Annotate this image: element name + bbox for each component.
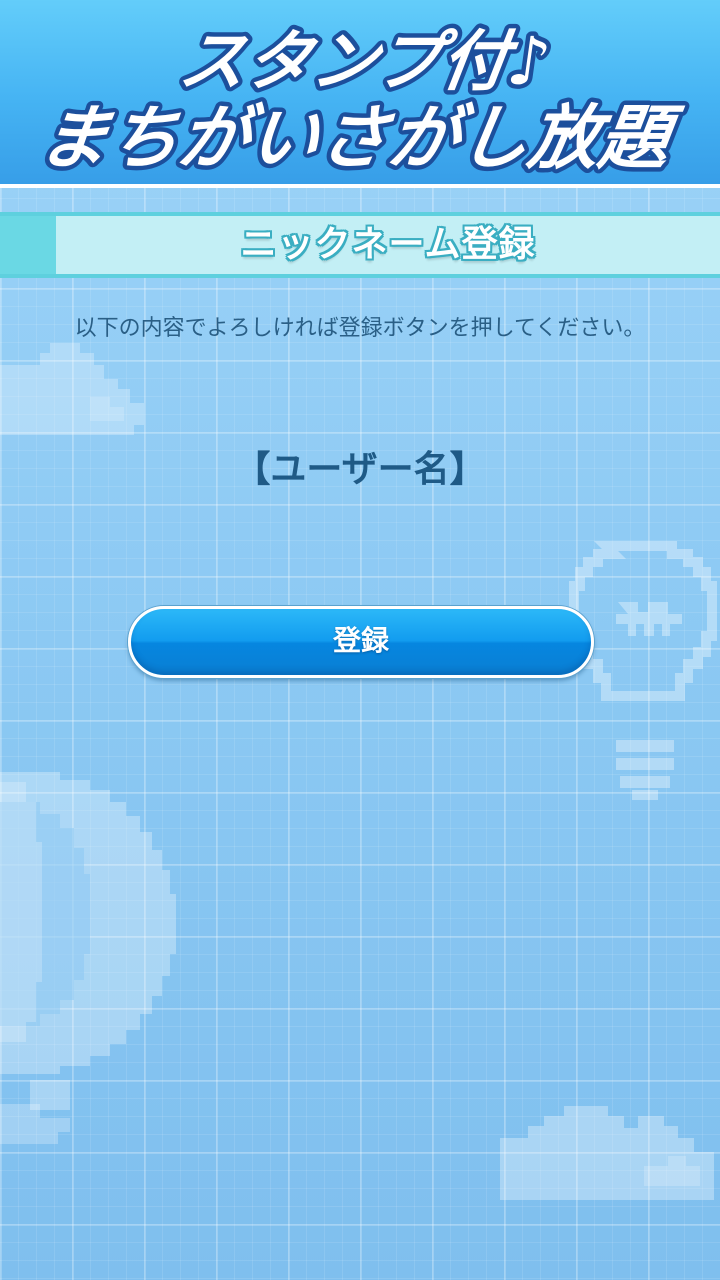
- register-button[interactable]: 登録: [128, 606, 594, 678]
- logo-line-2: まちがいさがし放題: [34, 97, 687, 179]
- app-header: スタンプ付♪ まちがいさがし放題: [0, 0, 720, 188]
- username-display: 【ユーザー名】: [234, 449, 486, 490]
- hot-air-balloon-icon: [0, 772, 176, 1144]
- instruction-text: 以下の内容でよろしければ登録ボタンを押してください。: [74, 316, 646, 341]
- section-accent: [0, 216, 56, 274]
- cloud-left-icon: [0, 343, 144, 435]
- section-title: ニックネーム登録: [240, 224, 536, 265]
- logo-line-1: スタンプ付♪: [175, 22, 556, 100]
- app-logo: スタンプ付♪ まちがいさがし放題: [29, 18, 691, 182]
- cloud-bottom-icon: [500, 1106, 714, 1200]
- light-bulb-icon: [569, 541, 717, 800]
- section-title-bar: ニックネーム登録: [0, 212, 720, 278]
